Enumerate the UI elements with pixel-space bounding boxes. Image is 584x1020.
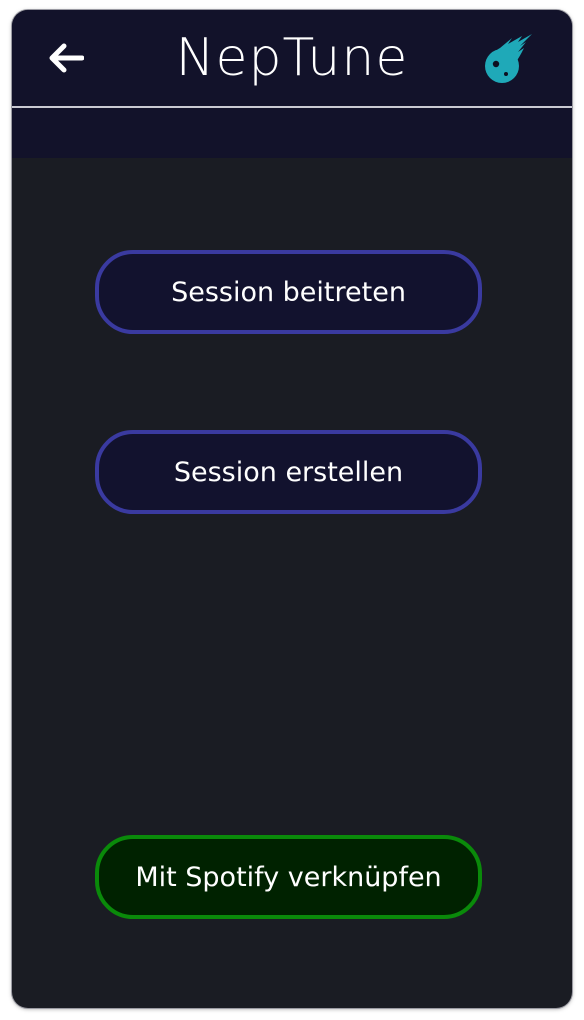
- sub-header-bar: [12, 108, 572, 158]
- comet-logo-icon: [485, 34, 532, 83]
- join-session-button[interactable]: Session beitreten: [95, 250, 482, 334]
- app-screen: NepTune Session beitreten Session erstel…: [12, 10, 572, 1008]
- link-spotify-button[interactable]: Mit Spotify verknüpfen: [95, 835, 482, 919]
- create-session-button[interactable]: Session erstellen: [95, 430, 482, 514]
- app-header: NepTune: [12, 10, 572, 106]
